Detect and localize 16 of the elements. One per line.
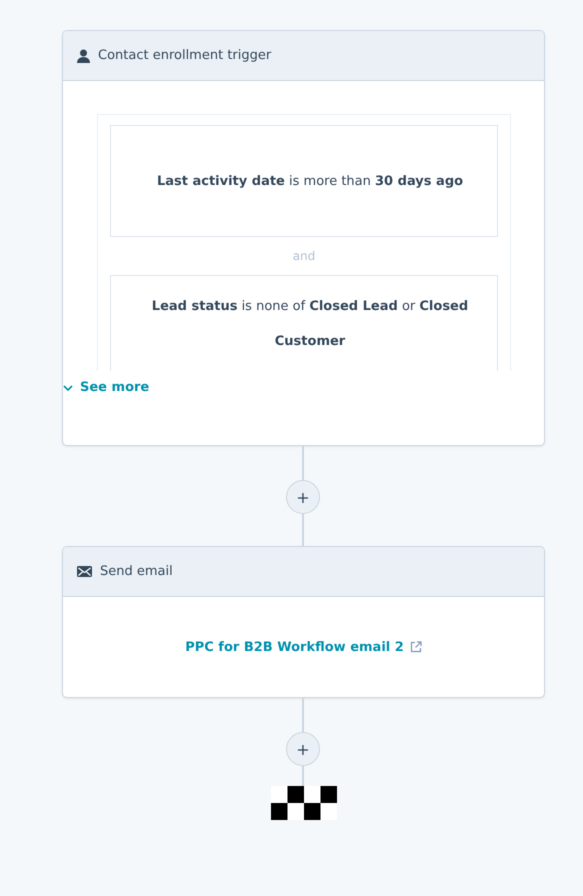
checkered-flag-icon <box>271 786 337 820</box>
envelope-icon <box>77 566 92 577</box>
add-action-button[interactable]: + <box>286 732 320 766</box>
external-link-icon <box>410 641 422 653</box>
condition-text: Lead status is none of Closed Lead or Closed Customer <box>150 298 470 350</box>
email-link[interactable]: PPC for B2B Workflow email 2 <box>185 640 404 654</box>
chevron-down-icon <box>63 384 73 390</box>
add-action-button[interactable]: + <box>286 480 320 514</box>
card-title: Send email <box>100 564 173 579</box>
person-icon <box>77 48 90 62</box>
condition-card[interactable]: Lead status is none of Closed Lead or Closed Customer <box>110 275 498 371</box>
and-label: and <box>292 249 316 263</box>
see-more-link[interactable]: See more <box>63 380 544 395</box>
condition-card[interactable]: Last activity date is more than 30 days ago <box>110 125 498 237</box>
card-title: Contact enrollment trigger <box>98 48 272 63</box>
condition-text: Last activity date is more than 30 days ago <box>156 172 464 190</box>
